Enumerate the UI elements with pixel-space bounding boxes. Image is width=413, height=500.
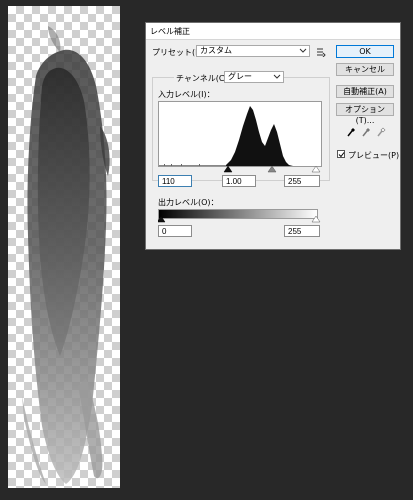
checkmark-icon xyxy=(338,152,345,158)
levels-dialog: レベル補正 プリセット(E)： カスタム チャンネル(C)： グレー 入力レベル… xyxy=(145,22,401,250)
output-white-field[interactable] xyxy=(284,225,320,237)
histogram-graph xyxy=(159,106,321,167)
output-levels-label: 出力レベル(O)： xyxy=(158,198,219,207)
preview-label: プレビュー(P) xyxy=(348,151,400,160)
dialog-titlebar[interactable]: レベル補正 xyxy=(146,23,400,40)
input-white-field[interactable] xyxy=(284,175,320,187)
image-canvas[interactable] xyxy=(8,6,120,488)
chevron-down-icon xyxy=(299,48,307,53)
output-levels-slider[interactable] xyxy=(156,215,322,224)
input-gamma-field[interactable] xyxy=(222,175,256,187)
white-eyedropper-icon[interactable] xyxy=(376,126,386,138)
channel-value: グレー xyxy=(228,72,252,81)
output-slider-handles xyxy=(156,215,321,223)
black-eyedropper-icon[interactable] xyxy=(346,126,356,138)
cancel-button[interactable]: キャンセル xyxy=(336,63,394,76)
input-levels-label: 入力レベル(I)： xyxy=(158,90,215,99)
watercolor-stroke xyxy=(22,26,110,484)
auto-button[interactable]: 自動補正(A) xyxy=(336,85,394,98)
preset-value: カスタム xyxy=(200,46,232,55)
channel-select[interactable]: グレー xyxy=(224,71,284,83)
dialog-title: レベル補正 xyxy=(150,27,190,36)
input-levels-slider[interactable] xyxy=(158,165,322,174)
output-black-field[interactable] xyxy=(158,225,192,237)
input-slider-handles xyxy=(223,165,321,173)
preset-options-icon[interactable] xyxy=(316,47,326,57)
input-black-field[interactable] xyxy=(158,175,192,187)
preset-select[interactable]: カスタム xyxy=(196,45,310,57)
ok-button[interactable]: OK xyxy=(336,45,394,58)
options-button[interactable]: オプション(T)... xyxy=(336,103,394,125)
histogram xyxy=(158,101,322,167)
gray-eyedropper-icon[interactable] xyxy=(361,126,371,138)
chevron-down-icon xyxy=(273,74,281,79)
preview-checkbox[interactable] xyxy=(337,150,345,158)
